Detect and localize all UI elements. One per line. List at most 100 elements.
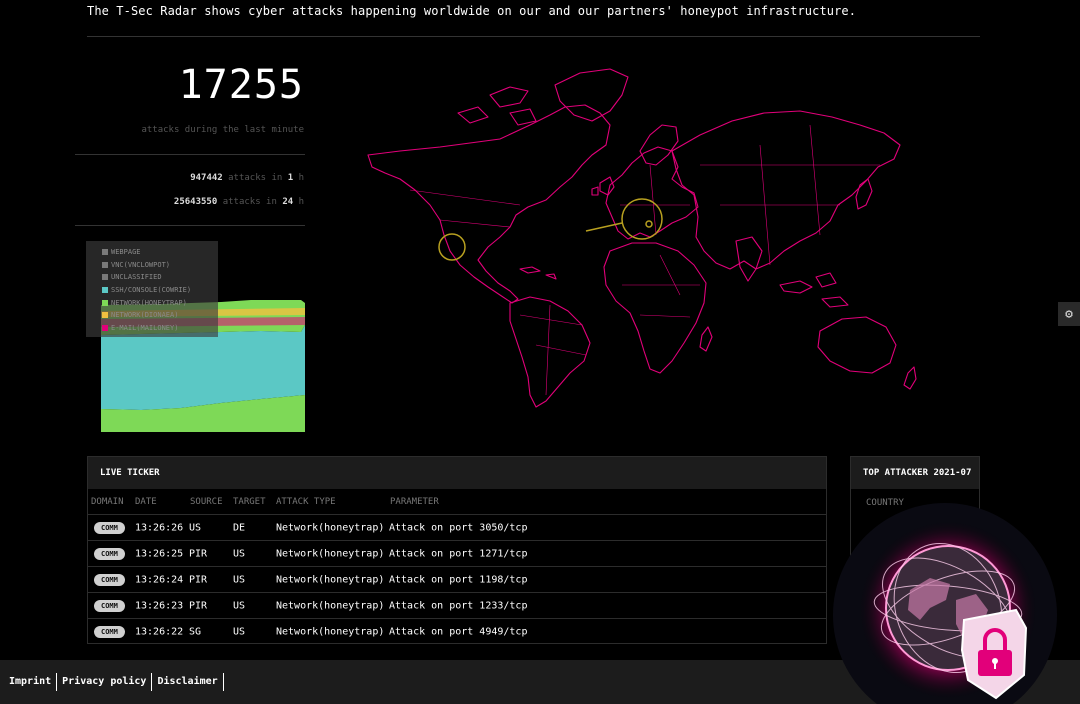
ticker-source: PIR	[189, 548, 208, 559]
legend-swatch	[102, 287, 108, 294]
greenland	[554, 68, 629, 122]
day-unit: h	[298, 197, 304, 207]
chart-legend: WEBPAGE VNC(VNCLOWPOT) UNCLASSIFIED SSH/…	[86, 241, 218, 337]
legend-item[interactable]: WEBPAGE	[102, 246, 218, 259]
hour-unit: h	[298, 173, 304, 183]
column-header-source: SOURCE	[190, 496, 223, 507]
ticker-attack-type: Network(honeytrap)	[276, 600, 385, 611]
intro-text: The T-Sec Radar shows cyber attacks happ…	[87, 4, 857, 18]
ticker-date: 13:26:23	[135, 600, 184, 611]
legend-label: NETWORK(HONEYTRAP)	[111, 298, 187, 307]
legend-swatch	[102, 249, 108, 256]
ticker-source: US	[189, 522, 202, 533]
legend-swatch	[102, 299, 108, 306]
legend-item[interactable]: NETWORK(HONEYTRAP)	[102, 296, 218, 309]
ticker-attack-type: Network(honeytrap)	[276, 522, 385, 533]
continent-australia	[817, 316, 897, 374]
ticker-target: DE	[233, 522, 246, 533]
day-attack-count: 25643550	[173, 197, 218, 207]
cowrie-area	[101, 325, 305, 410]
ticker-attack-type: Network(honeytrap)	[276, 548, 385, 559]
new-zealand	[903, 366, 917, 390]
domain-badge: COMM	[94, 573, 125, 586]
disclaimer-link[interactable]: Disclaimer	[152, 673, 224, 691]
ticker-source: SG	[189, 626, 202, 638]
continent-africa	[603, 242, 707, 374]
ticker-attack-type: Network(honeytrap)	[276, 626, 385, 638]
legend-item[interactable]: VNC(VNCLOWPOT)	[102, 259, 218, 272]
india	[735, 236, 763, 282]
legend-item[interactable]: E-MAIL(MAILONEY)	[102, 322, 218, 335]
privacy-policy-link[interactable]: Privacy policy	[57, 673, 153, 691]
ticker-row: COMM 13:26:24 PIR US Network(honeytrap) …	[88, 567, 826, 593]
ticker-parameter: Attack on port 3050/tcp	[389, 522, 528, 533]
southeast-asia-islands	[779, 272, 849, 308]
ticker-column-headers: DOMAIN DATE SOURCE TARGET ATTACK TYPE PA…	[88, 489, 826, 515]
ticker-date: 13:26:22	[135, 626, 184, 638]
legend-label: SSH/CONSOLE(COWRIE)	[111, 286, 192, 295]
hour-attack-text: attacks in	[228, 173, 283, 183]
ticker-parameter: Attack on port 1233/tcp	[389, 600, 528, 611]
domain-badge: COMM	[94, 626, 125, 638]
hour-stat: 947442 attacks in 1 h	[100, 173, 304, 183]
ticker-target: US	[233, 600, 246, 611]
ticker-date: 13:26:26	[135, 522, 184, 533]
arctic-islands	[457, 86, 537, 126]
ticker-attack-type: Network(honeytrap)	[276, 574, 385, 585]
attack-circle-europe-inner	[645, 220, 653, 228]
column-header-parameter: PARAMETER	[390, 496, 439, 507]
continent-south-america	[509, 296, 591, 408]
day-stat: 25643550 attacks in 24 h	[100, 197, 304, 207]
column-header-domain: DOMAIN	[91, 496, 124, 507]
ticker-row: COMM 13:26:25 PIR US Network(honeytrap) …	[88, 541, 826, 567]
ticker-source: PIR	[189, 600, 208, 611]
legend-item[interactable]: NETWORK(DIONAEA)	[102, 309, 218, 322]
divider	[75, 225, 305, 226]
minute-attack-label: attacks during the last minute	[141, 125, 304, 135]
live-ticker-panel: LIVE TICKER DOMAIN DATE SOURCE TARGET AT…	[87, 456, 827, 644]
world-attack-map[interactable]	[360, 55, 920, 415]
domain-badge: COMM	[94, 547, 125, 560]
ticker-source: PIR	[189, 574, 208, 585]
continent-asia	[671, 110, 901, 270]
ticker-parameter: Attack on port 4949/tcp	[389, 626, 528, 638]
legend-swatch	[102, 324, 108, 331]
attack-circle-americas	[438, 233, 466, 261]
legend-label: VNC(VNCLOWPOT)	[111, 260, 171, 269]
column-header-attack-type: ATTACK TYPE	[276, 496, 336, 507]
domain-badge: COMM	[94, 599, 125, 612]
legend-item[interactable]: UNCLASSIFIED	[102, 271, 218, 284]
live-ticker-title: LIVE TICKER	[88, 457, 826, 489]
ticker-row: COMM 13:26:22 SG US Network(honeytrap) A…	[88, 619, 826, 645]
attack-markers	[438, 198, 663, 261]
caribbean	[519, 266, 557, 280]
legend-label: WEBPAGE	[111, 248, 141, 257]
legend-label: NETWORK(DIONAEA)	[111, 311, 179, 320]
security-globe-badge	[833, 503, 1057, 704]
ticker-row: COMM 13:26:23 PIR US Network(honeytrap) …	[88, 593, 826, 619]
day-unit-number: 24	[282, 197, 294, 207]
minute-attack-count: 17255	[178, 62, 304, 108]
settings-button[interactable]: ⚙	[1058, 302, 1080, 326]
ticker-parameter: Attack on port 1198/tcp	[389, 574, 528, 585]
imprint-link[interactable]: Imprint	[4, 673, 58, 691]
ticker-target: US	[233, 548, 246, 559]
day-attack-text: attacks in	[222, 197, 277, 207]
column-header-target: TARGET	[233, 496, 266, 507]
ticker-parameter: Attack on port 1271/tcp	[389, 548, 528, 559]
domain-badge: COMM	[94, 521, 125, 534]
legend-swatch	[102, 312, 108, 319]
column-header-date: DATE	[135, 496, 157, 507]
ticker-date: 13:26:24	[135, 574, 184, 585]
ticker-target: US	[233, 574, 246, 585]
ticker-target: US	[233, 626, 246, 638]
ticker-date: 13:26:25	[135, 548, 184, 559]
legend-label: E-MAIL(MAILONEY)	[111, 323, 179, 332]
hour-attack-count: 947442	[190, 173, 223, 183]
divider	[87, 36, 980, 37]
legend-item[interactable]: SSH/CONSOLE(COWRIE)	[102, 284, 218, 297]
continent-north-america	[367, 104, 611, 304]
legend-swatch	[102, 261, 108, 268]
hour-unit-number: 1	[287, 173, 294, 183]
gear-icon: ⚙	[1065, 306, 1073, 322]
